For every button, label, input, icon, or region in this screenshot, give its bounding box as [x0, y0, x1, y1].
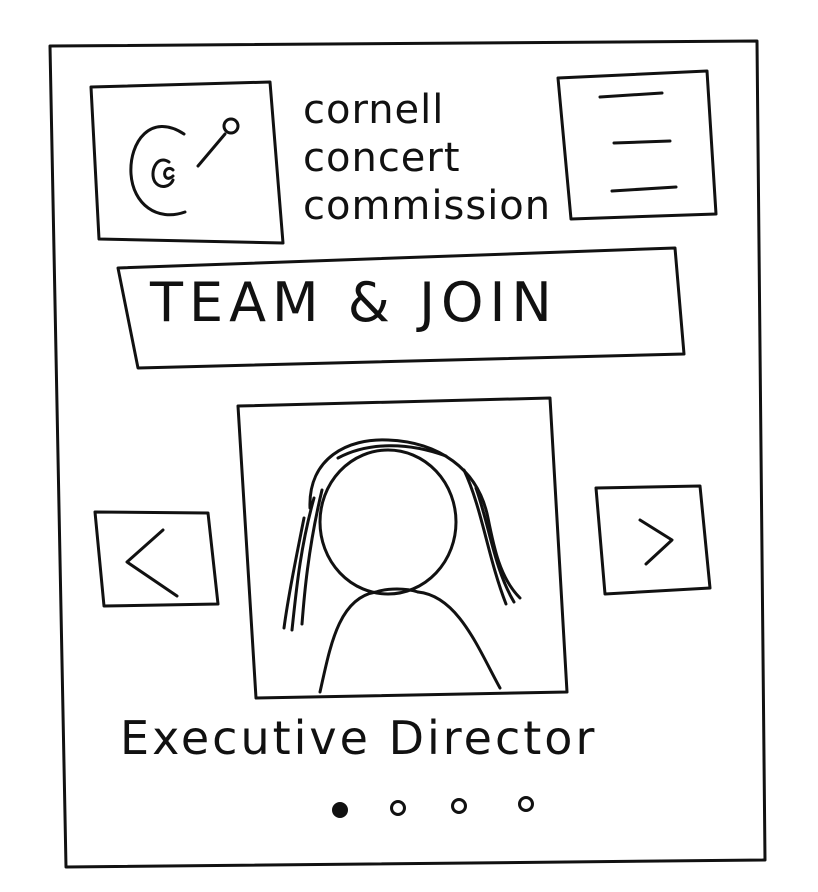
next-button[interactable] — [596, 486, 710, 594]
role-caption: Executive Director — [120, 711, 598, 765]
brand-line-3: commission — [303, 183, 552, 229]
prev-button[interactable] — [95, 510, 218, 608]
chevron-right-icon — [638, 518, 674, 566]
brand-line-1: cornell — [303, 87, 445, 133]
logo-button[interactable] — [91, 82, 283, 243]
pagination-dot-3[interactable] — [451, 798, 467, 814]
pagination-dot-1[interactable] — [332, 802, 348, 818]
pagination-dot-2[interactable] — [390, 800, 406, 816]
section-title: TEAM & JOIN — [150, 271, 558, 334]
chevron-left-icon — [125, 528, 179, 598]
hamburger-icon — [598, 91, 678, 193]
cc-logo-icon — [129, 117, 240, 217]
menu-button[interactable] — [558, 71, 716, 219]
person-portrait-icon — [282, 438, 522, 694]
brand-line-2: concert — [303, 135, 461, 181]
profile-photo — [238, 398, 567, 698]
pagination-dot-4[interactable] — [518, 796, 534, 812]
